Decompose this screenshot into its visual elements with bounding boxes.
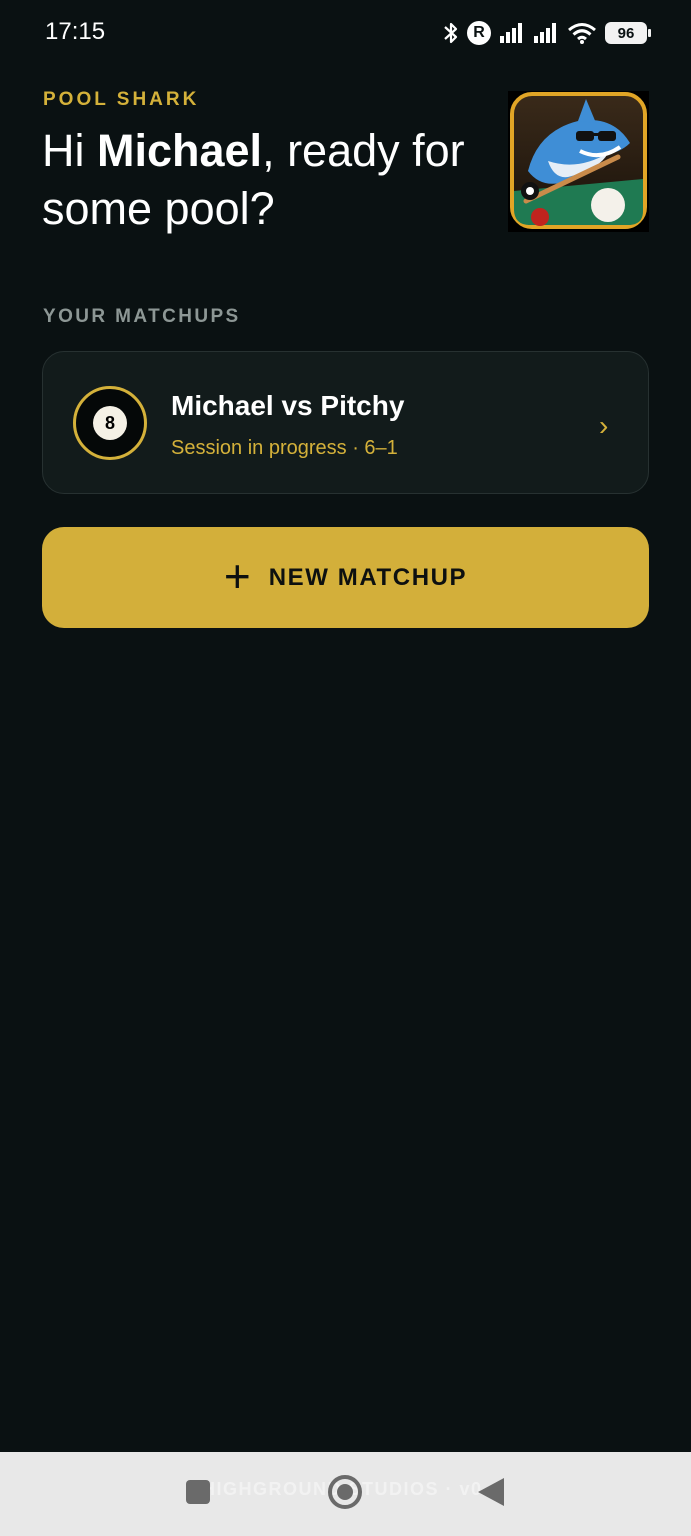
plus-icon: + xyxy=(223,549,251,602)
r-badge-icon: R xyxy=(467,21,491,45)
new-matchup-button[interactable]: + NEW MATCHUP xyxy=(42,527,649,628)
user-name: Michael xyxy=(97,125,263,176)
matchup-title: Michael vs Pitchy xyxy=(171,390,405,421)
home-button[interactable] xyxy=(328,1475,362,1509)
shark-logo-image xyxy=(508,91,649,232)
new-matchup-label: NEW MATCHUP xyxy=(268,563,468,591)
wifi-icon xyxy=(567,22,597,44)
status-bar: 17:15 R 96 xyxy=(0,0,691,66)
recents-button[interactable] xyxy=(186,1480,210,1504)
battery-icon: 96 xyxy=(605,22,651,44)
matchup-card[interactable]: 8 Michael vs Pitchy Session in progress … xyxy=(42,351,649,494)
ball-number: 8 xyxy=(93,406,127,440)
home-screen: 17:15 R 96 POOL SHARK Hi Michael, ready … xyxy=(0,0,691,1536)
brand-label: POOL SHARK xyxy=(43,89,200,110)
matchup-status: Session in progress · 6–1 xyxy=(171,437,398,459)
eight-ball-icon: 8 xyxy=(73,386,147,460)
chevron-right-icon: › xyxy=(599,410,609,441)
system-nav-bar: HIGHGROUND STUDIOS · v0. xyxy=(0,1452,691,1536)
bluetooth-icon xyxy=(443,21,459,45)
status-time: 17:15 xyxy=(45,18,106,45)
signal-icon xyxy=(533,22,559,44)
greeting-heading: Hi Michael, ready for some pool? xyxy=(42,122,472,238)
status-icons: R 96 xyxy=(443,18,651,48)
back-button[interactable] xyxy=(478,1478,504,1506)
home-dot-icon xyxy=(337,1484,353,1500)
section-label-matchups: YOUR MATCHUPS xyxy=(43,306,241,327)
signal-icon xyxy=(499,22,525,44)
greeting-prefix: Hi xyxy=(42,125,97,176)
